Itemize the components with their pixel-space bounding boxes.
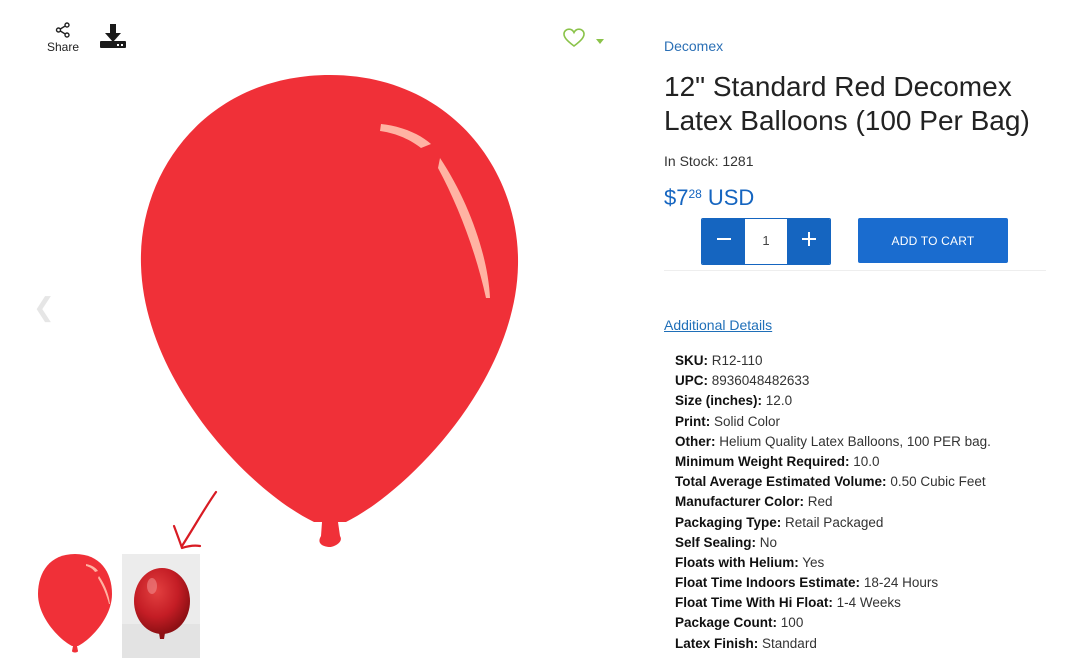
wishlist-control[interactable] <box>563 28 605 53</box>
spec-item: Latex Finish: Standard <box>675 634 991 654</box>
spec-item: Packaging Type: Retail Packaged <box>675 513 991 533</box>
spec-value: Retail Packaged <box>785 514 884 530</box>
spec-key: Print: <box>675 413 711 429</box>
spec-key: Other: <box>675 433 716 449</box>
spec-item: Floats with Helium: Yes <box>675 553 991 573</box>
spec-item: Float Time With Hi Float: 1-4 Weeks <box>675 593 991 613</box>
spec-value: 1-4 Weeks <box>836 595 901 611</box>
main-product-image <box>138 60 523 555</box>
gallery-prev-button[interactable]: ❮ <box>33 292 55 323</box>
thumbnail-illustration[interactable] <box>36 554 114 658</box>
spec-key: Size (inches): <box>675 393 763 409</box>
quantity-input[interactable] <box>745 219 787 262</box>
spec-key: Self Sealing: <box>675 534 757 550</box>
spec-key: Packaging Type: <box>675 514 782 530</box>
spec-key: Latex Finish: <box>675 635 759 651</box>
spec-key: Floats with Helium: <box>675 554 799 570</box>
spec-key: Float Time Indoors Estimate: <box>675 575 861 591</box>
spec-value: 100 <box>780 615 804 631</box>
spec-list: SKU: R12-110 UPC: 8936048482633 Size (in… <box>675 351 991 654</box>
minus-icon <box>716 231 732 252</box>
quantity-stepper <box>701 218 831 265</box>
spec-value: Yes <box>802 554 825 570</box>
price-currency: USD <box>707 185 755 210</box>
download-icon <box>98 24 128 54</box>
spec-item: Total Average Estimated Volume: 0.50 Cub… <box>675 472 991 492</box>
product-title: 12" Standard Red Decomex Latex Balloons … <box>664 71 1030 136</box>
spec-key: Package Count: <box>675 615 778 631</box>
spec-item: Manufacturer Color: Red <box>675 492 991 512</box>
spec-key: Total Average Estimated Volume: <box>675 474 887 490</box>
spec-item: Print: Solid Color <box>675 412 991 432</box>
additional-details-link[interactable]: Additional Details <box>664 317 772 333</box>
spec-key: Manufacturer Color: <box>675 494 805 510</box>
spec-value: 0.50 Cubic Feet <box>890 474 986 490</box>
chevron-left-icon: ❮ <box>33 292 55 322</box>
spec-value: Helium Quality Latex Balloons, 100 PER b… <box>719 433 991 449</box>
spec-value: 8936048482633 <box>711 373 810 389</box>
spec-key: SKU: <box>675 353 708 368</box>
stock-status: In Stock: 1281 <box>664 153 754 169</box>
plus-icon <box>801 231 817 252</box>
share-icon <box>44 22 82 38</box>
spec-item: Other: Helium Quality Latex Balloons, 10… <box>675 432 991 452</box>
divider <box>664 270 1046 271</box>
decrease-quantity-button[interactable] <box>702 219 745 264</box>
spec-key: Float Time With Hi Float: <box>675 595 833 611</box>
spec-item: Size (inches): 12.0 <box>675 391 991 411</box>
stock-label: In Stock: <box>664 153 719 169</box>
spec-item: UPC: 8936048482633 <box>675 371 991 391</box>
caret-down-icon[interactable] <box>595 32 605 50</box>
add-to-cart-button[interactable]: ADD TO CART <box>858 218 1008 263</box>
spec-value: Standard <box>762 635 817 651</box>
spec-value: 18-24 Hours <box>863 575 939 591</box>
spec-value: 10.0 <box>853 453 880 469</box>
share-button[interactable]: Share <box>44 22 82 54</box>
thumbnail-photo[interactable] <box>122 554 200 658</box>
spec-value: Red <box>807 494 833 510</box>
download-button[interactable] <box>98 22 128 52</box>
price-symbol: $ <box>664 185 677 210</box>
price: $ 7 28 USD <box>664 184 754 212</box>
increase-quantity-button[interactable] <box>787 219 830 264</box>
stock-count: 1281 <box>722 153 754 169</box>
price-dollars: 7 <box>676 185 689 210</box>
share-label: Share <box>46 40 80 54</box>
spec-value: Solid Color <box>714 413 781 429</box>
spec-item: Minimum Weight Required: 10.0 <box>675 452 991 472</box>
spec-item: SKU: R12-110 <box>675 351 991 371</box>
spec-item: Float Time Indoors Estimate: 18-24 Hours <box>675 573 991 593</box>
spec-key: UPC: <box>675 373 708 389</box>
red-arrow-icon <box>168 488 228 561</box>
heart-icon[interactable] <box>563 28 585 53</box>
spec-value: No <box>759 534 778 550</box>
spec-item: Package Count: 100 <box>675 613 991 633</box>
spec-key: Minimum Weight Required: <box>675 453 850 469</box>
spec-value: 12.0 <box>765 393 793 409</box>
price-cents: 28 <box>688 187 702 201</box>
spec-value: R12-110 <box>711 353 763 368</box>
brand-link[interactable]: Decomex <box>664 38 723 54</box>
spec-item: Self Sealing: No <box>675 533 991 553</box>
